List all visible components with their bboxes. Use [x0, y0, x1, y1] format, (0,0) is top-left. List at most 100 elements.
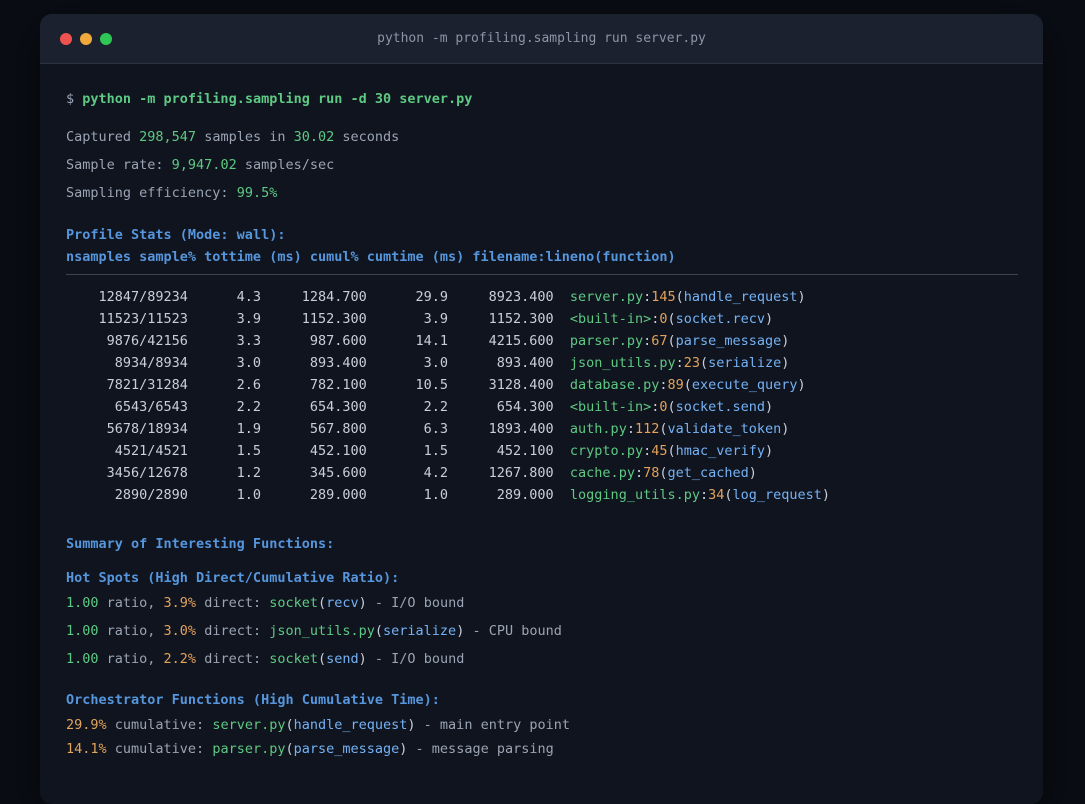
stats-row-handle-request: 12847/89234 4.3 1284.700 29.9 8923.400 s… [66, 286, 1018, 308]
orchestrator-parse-message: 14.1% cumulative: parser.py(parse_messag… [66, 738, 1018, 760]
stats-row-socket-send: 6543/6543 2.2 654.300 2.2 654.300 <built… [66, 396, 1018, 418]
text-segment: send [326, 651, 359, 667]
text-segment: ) [781, 355, 790, 371]
text-segment: python -m profiling.sampling run -d 30 s… [82, 91, 473, 107]
text-segment: ( [659, 465, 668, 481]
text-segment: socket [269, 595, 318, 611]
stats-row-log-request: 2890/2890 1.0 289.000 1.0 289.000 loggin… [66, 484, 1018, 506]
hot-spot-serialize: 1.00 ratio, 3.0% direct: json_utils.py(s… [66, 620, 1018, 642]
text-segment: parser.py [569, 333, 644, 349]
text-segment: ( [374, 623, 384, 639]
text-segment: handle_request [683, 289, 798, 305]
text-segment: ( [659, 421, 668, 437]
text-segment: 14.1% [66, 741, 107, 757]
text-segment: : [634, 465, 644, 481]
text-segment: ) [358, 595, 367, 611]
text-segment: database.py [569, 377, 660, 393]
text-segment: Orchestrator Functions (High Cumulative … [66, 692, 440, 708]
text-segment: 1.00 [66, 651, 99, 667]
text-segment: execute_query [691, 377, 798, 393]
text-segment: nsamples sample% tottime (ms) cumul% cum… [66, 249, 676, 265]
text-segment: socket [269, 651, 318, 667]
text-segment: 67 [651, 333, 668, 349]
text-segment: 45 [651, 443, 668, 459]
text-segment: <built-in> [569, 311, 652, 327]
text-segment: direct: [196, 595, 270, 611]
text-segment: 298,547 [139, 129, 197, 145]
text-segment: - CPU bound [464, 623, 562, 639]
text-segment: ) [821, 487, 831, 503]
text-segment: ratio, [98, 595, 164, 611]
hot-spots-heading: Hot Spots (High Direct/Cumulative Ratio)… [66, 567, 1018, 589]
text-segment: ) [765, 311, 774, 327]
stats-row-parse-message: 9876/42156 3.3 987.600 14.1 4215.600 par… [66, 330, 1018, 352]
orchestrator-heading: Orchestrator Functions (High Cumulative … [66, 689, 1018, 711]
command-line: $ python -m profiling.sampling run -d 30… [66, 88, 1018, 110]
text-segment: json_utils.py [269, 623, 375, 639]
text-segment: logging_utils.py [569, 487, 700, 503]
text-segment: 1.00 [66, 623, 99, 639]
text-segment: samples/sec [236, 157, 335, 173]
text-segment: auth.py [569, 421, 627, 437]
minimize-button[interactable] [80, 32, 92, 45]
stats-row-hmac-verify: 4521/4521 1.5 452.100 1.5 452.100 crypto… [66, 440, 1018, 462]
text-segment: ) [358, 651, 367, 667]
text-segment: Profile Stats (Mode: wall): [66, 227, 286, 243]
text-segment: socket.send [675, 399, 766, 415]
text-segment: samples in [196, 129, 294, 145]
summary-heading: Summary of Interesting Functions: [66, 533, 1018, 555]
text-segment: 145 [651, 289, 676, 305]
text-segment: 3.0% [163, 623, 197, 639]
orchestrator-handle-request: 29.9% cumulative: server.py(handle_reque… [66, 714, 1018, 736]
text-segment: - main entry point [415, 717, 570, 733]
text-segment: Hot Spots (High Direct/Cumulative Ratio)… [66, 570, 400, 586]
text-segment: 12847/89234 4.3 1284.700 29.9 8923.400 [66, 289, 570, 305]
text-segment: ( [675, 289, 684, 305]
text-segment: 3456/12678 1.2 345.600 4.2 1267.800 [66, 465, 570, 481]
text-segment: 7821/31284 2.6 782.100 10.5 3128.400 [66, 377, 570, 393]
text-segment: socket.recv [675, 311, 766, 327]
text-segment: ) [797, 289, 806, 305]
text-segment: log_request [732, 487, 822, 503]
text-segment: 8934/8934 3.0 893.400 3.0 893.400 [66, 355, 570, 371]
close-button[interactable] [60, 32, 72, 45]
terminal-window: python -m profiling.sampling run server.… [40, 14, 1043, 804]
text-segment: 5678/18934 1.9 567.800 6.3 1893.400 [66, 421, 570, 437]
stats-row-socket-recv: 11523/11523 3.9 1152.300 3.9 1152.300 <b… [66, 308, 1018, 330]
text-segment: validate_token [667, 421, 782, 437]
stats-row-validate-token: 5678/18934 1.9 567.800 6.3 1893.400 auth… [66, 418, 1018, 440]
text-segment: <built-in> [569, 399, 652, 415]
text-segment: Sample rate: [66, 157, 172, 173]
maximize-button[interactable] [100, 32, 112, 45]
text-segment: ( [285, 717, 294, 733]
text-segment: ) [781, 421, 790, 437]
text-segment: 9876/42156 3.3 987.600 14.1 4215.600 [66, 333, 570, 349]
text-segment: 9,947.02 [171, 157, 237, 173]
terminal-output: $ python -m profiling.sampling run -d 30… [40, 64, 1043, 760]
text-segment: ( [318, 651, 327, 667]
text-segment: : [643, 333, 652, 349]
window-title: python -m profiling.sampling run server.… [377, 31, 706, 46]
text-segment: 112 [634, 421, 660, 437]
text-segment: 4521/4521 1.5 452.100 1.5 452.100 [66, 443, 570, 459]
text-segment: cumulative: [106, 741, 213, 757]
text-segment: Sampling efficiency: [66, 185, 237, 201]
text-segment: 30.02 [293, 129, 335, 145]
text-segment: 2.2% [163, 651, 197, 667]
text-segment: cache.py [569, 465, 635, 481]
text-segment: - I/O bound [366, 651, 465, 667]
text-segment: parser.py [212, 741, 286, 757]
text-segment: ( [667, 311, 676, 327]
hot-spot-socket-send: 1.00 ratio, 2.2% direct: socket(send) - … [66, 648, 1018, 670]
text-segment: - I/O bound [366, 595, 465, 611]
stats-row-serialize: 8934/8934 3.0 893.400 3.0 893.400 json_u… [66, 352, 1018, 374]
text-segment: Summary of Interesting Functions: [66, 536, 335, 552]
stats-row-get-cached: 3456/12678 1.2 345.600 4.2 1267.800 cach… [66, 462, 1018, 484]
text-segment: server.py [212, 717, 286, 733]
text-segment: seconds [334, 129, 400, 145]
text-segment: 89 [667, 377, 684, 393]
titlebar[interactable]: python -m profiling.sampling run server.… [40, 14, 1043, 64]
text-segment: $ [66, 91, 83, 107]
text-segment: 2890/2890 1.0 289.000 1.0 289.000 [66, 487, 570, 503]
text-segment: 34 [708, 487, 725, 503]
